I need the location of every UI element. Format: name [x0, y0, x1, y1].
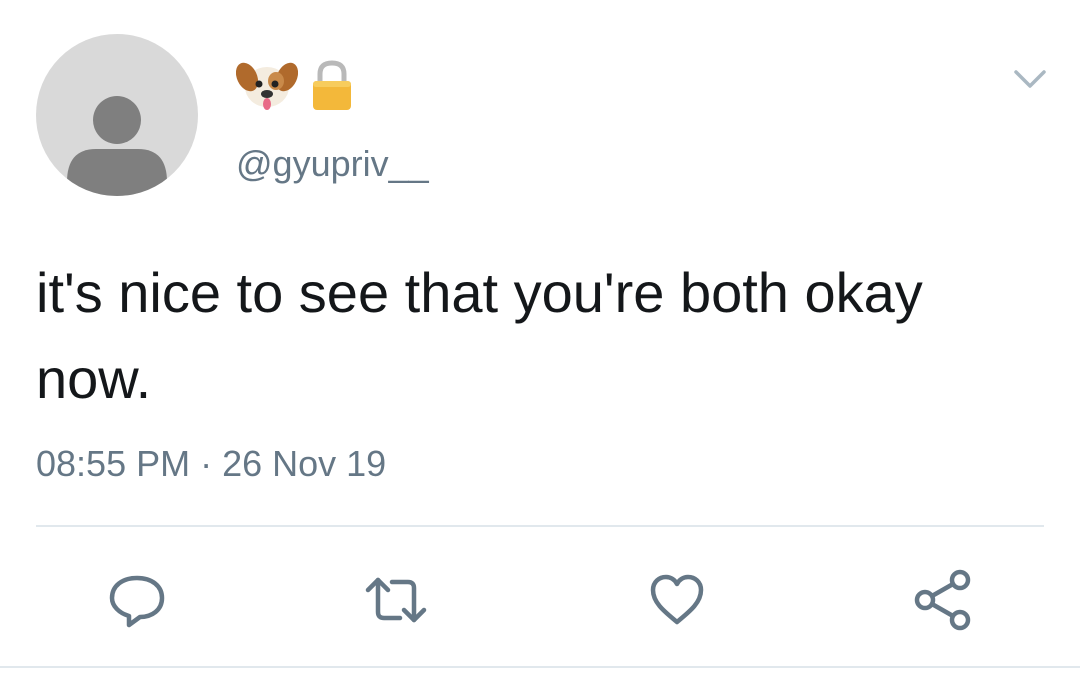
tweet-text: it's nice to see that you're both okay n…	[36, 261, 923, 410]
tweet-menu-button[interactable]	[1010, 60, 1050, 96]
comment-bubble-icon	[109, 575, 165, 628]
avatar[interactable]	[36, 34, 198, 196]
reply-button[interactable]	[105, 568, 169, 632]
lock-icon	[313, 60, 351, 110]
retweet-icon	[365, 577, 427, 623]
dog-face-icon	[236, 62, 298, 110]
meta-separator: ·	[200, 443, 213, 484]
divider	[36, 525, 1044, 527]
chevron-down-icon	[1014, 70, 1046, 88]
bottom-divider	[0, 666, 1080, 668]
heart-icon	[650, 574, 704, 625]
like-button[interactable]	[645, 568, 709, 632]
share-icon	[914, 569, 971, 631]
tweet-timestamp[interactable]: 08:55 PM · 26 Nov 19	[36, 440, 386, 488]
tweet-time: 08:55 PM	[36, 443, 191, 484]
retweet-button[interactable]	[364, 568, 428, 632]
share-button[interactable]	[912, 568, 976, 632]
display-name	[236, 60, 354, 112]
user-handle[interactable]: @gyupriv__	[236, 142, 429, 186]
default-avatar-icon	[67, 96, 167, 196]
tweet-date: 26 Nov 19	[222, 443, 387, 484]
